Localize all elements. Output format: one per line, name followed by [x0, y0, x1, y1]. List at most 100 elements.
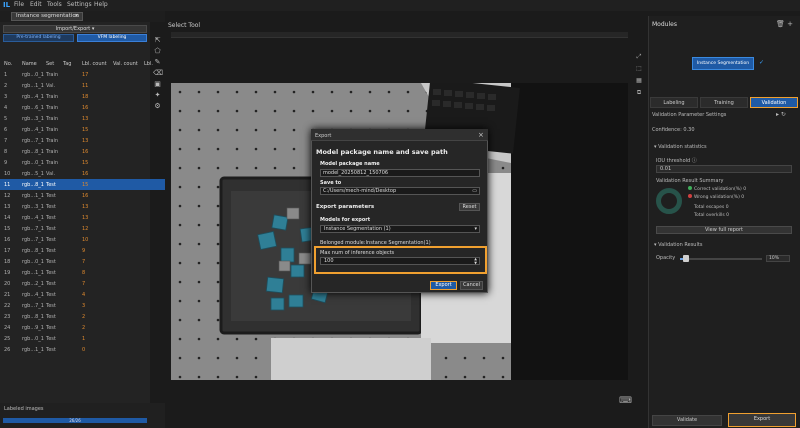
folder-icon[interactable]: ▭	[472, 188, 477, 194]
col-no[interactable]: No.	[4, 61, 12, 67]
package-name-input[interactable]: model_20250812_150706	[320, 169, 480, 177]
table-row[interactable]: 24 rgb...9_1 Test 2	[0, 322, 165, 333]
opacity-slider-handle[interactable]	[683, 255, 689, 262]
row-no: 17	[4, 248, 11, 254]
row-set: Train	[46, 116, 58, 122]
legend-escapes-label: Total escapes	[694, 205, 725, 210]
table-row[interactable]: 20 rgb...2_1 Test 7	[0, 278, 165, 289]
crop-icon[interactable]: ⬚	[634, 65, 644, 74]
table-row[interactable]: 17 rgb...8_1 Test 9	[0, 245, 165, 256]
polygon-icon[interactable]: ⬠	[153, 47, 162, 56]
menu-file[interactable]: File	[14, 1, 24, 8]
table-row[interactable]: 2 rgb...1_1 Val. 11	[0, 80, 165, 91]
project-tab[interactable]: Instance segmentation ×	[11, 12, 83, 21]
col-lbl-count[interactable]: Lbl. count	[82, 61, 107, 67]
table-row[interactable]: 9 rgb...0_1 Train 15	[0, 157, 165, 168]
row-lbl-count: 13	[82, 215, 89, 221]
table-row[interactable]: 4 rgb...6_1 Train 16	[0, 102, 165, 113]
dialog-heading: Model package name and save path	[316, 148, 448, 156]
row-set: Train	[46, 105, 58, 111]
row-set: Test	[46, 259, 56, 265]
menu-edit[interactable]: Edit	[30, 1, 42, 8]
validation-statistics-header[interactable]: ▾ Validation statistics	[654, 144, 707, 150]
legend-escapes: Total escapes 0	[694, 205, 729, 210]
save-to-label: Save to	[320, 180, 342, 186]
legend-wrong: Wrong validation(%) 0	[688, 194, 744, 200]
fit-icon[interactable]: ⤢	[634, 53, 644, 62]
table-row[interactable]: 1 rgb...0_1 Train 17	[0, 69, 165, 80]
table-row[interactable]: 5 rgb...3_1 Train 13	[0, 113, 165, 124]
col-name[interactable]: Name	[22, 61, 37, 67]
row-name: rgb...8_1	[22, 149, 44, 155]
row-name: rgb...9_1	[22, 325, 44, 331]
spinner-icon[interactable]: ▲ ▼	[474, 257, 477, 265]
table-row[interactable]: 16 rgb...7_1 Test 10	[0, 234, 165, 245]
row-lbl-count: 13	[82, 138, 89, 144]
menu-settings[interactable]: Settings	[67, 1, 92, 8]
table-row[interactable]: 15 rgb...7_1 Test 12	[0, 223, 165, 234]
opacity-value-input[interactable]: 10%	[766, 255, 790, 262]
row-name: rgb...0_1	[22, 160, 44, 166]
max-inference-objects-input[interactable]: 100 ▲ ▼	[320, 257, 480, 265]
table-row[interactable]: 13 rgb...3_1 Test 13	[0, 201, 165, 212]
vfm-labeling-button[interactable]: VFM labeling	[77, 34, 147, 42]
tab-labeling[interactable]: Labeling	[650, 97, 698, 108]
table-row[interactable]: 23 rgb...8_1 Test 2	[0, 311, 165, 322]
pretrained-labeling-button[interactable]: Pre-trained labeling	[3, 34, 74, 42]
menu-help[interactable]: Help	[94, 1, 108, 8]
select-icon[interactable]: ⇱	[153, 36, 162, 45]
row-no: 14	[4, 215, 11, 221]
models-selected-value: Instance Segmentation (1)	[324, 226, 391, 232]
row-name: rgb...0_1	[22, 336, 44, 342]
table-row[interactable]: 10 rgb...5_1 Val. 16	[0, 168, 165, 179]
module-actions-icon[interactable]: 🗑 +	[776, 20, 793, 28]
table-row[interactable]: 8 rgb...8_1 Train 16	[0, 146, 165, 157]
opacity-slider[interactable]	[680, 258, 762, 260]
row-set: Test	[46, 193, 56, 199]
row-set: Test	[46, 303, 56, 309]
tab-validation[interactable]: Validation	[750, 97, 798, 108]
row-no: 3	[4, 94, 8, 100]
import-export-button[interactable]: Import/Export ▾	[3, 25, 147, 33]
table-row[interactable]: 6 rgb...4_1 Train 15	[0, 124, 165, 135]
export-button[interactable]: Export	[728, 413, 796, 427]
table-row[interactable]: 19 rgb...1_1 Test 8	[0, 267, 165, 278]
table-row[interactable]: 21 rgb...4_1 Test 4	[0, 289, 165, 300]
validate-button[interactable]: Validate	[652, 415, 722, 426]
row-lbl-count: 12	[82, 226, 89, 232]
table-row[interactable]: 14 rgb...4_1 Test 13	[0, 212, 165, 223]
view-full-report-button[interactable]: View full report	[656, 226, 792, 234]
table-row[interactable]: 26 rgb...1_1 Test 0	[0, 344, 165, 355]
menu-tools[interactable]: Tools	[47, 1, 62, 8]
table-row[interactable]: 3 rgb...4_1 Train 18	[0, 91, 165, 102]
col-lbl[interactable]: Lbl.	[144, 61, 153, 67]
close-icon[interactable]: ×	[74, 13, 79, 20]
col-set[interactable]: Set	[46, 61, 54, 67]
refresh-icon[interactable]: ▸ ↻	[776, 111, 786, 118]
tab-training[interactable]: Training	[700, 97, 748, 108]
close-icon[interactable]: ×	[478, 131, 484, 139]
validation-results-header[interactable]: ▾ Validation Results	[654, 242, 702, 248]
iou-threshold-input[interactable]: 0.01	[656, 165, 792, 173]
save-to-input[interactable]: C:/Users/mech-mind/Desktop ▭	[320, 187, 480, 195]
keyboard-icon[interactable]: ⌨	[619, 396, 632, 406]
reset-button[interactable]: Reset	[459, 203, 480, 211]
col-tag[interactable]: Tag	[63, 61, 71, 67]
col-val-count[interactable]: Val. count	[113, 61, 138, 67]
table-row[interactable]: 7 rgb...7_1 Train 13	[0, 135, 165, 146]
module-node[interactable]: Instance Segmentation	[692, 57, 754, 70]
table-row[interactable]: 25 rgb...0_1 Test 1	[0, 333, 165, 344]
grid-icon[interactable]: ▦	[634, 77, 644, 86]
dialog-export-button[interactable]: Export	[430, 281, 457, 290]
table-row[interactable]: 11 rgb...8_1 Test 15	[0, 179, 165, 190]
layers-icon[interactable]: ⧉	[634, 89, 644, 98]
row-set: Train	[46, 94, 58, 100]
row-set: Test	[46, 347, 56, 353]
dialog-cancel-button[interactable]: Cancel	[460, 281, 483, 290]
table-row[interactable]: 12 rgb...1_1 Test 16	[0, 190, 165, 201]
row-lbl-count: 15	[82, 160, 89, 166]
row-name: rgb...8_1	[22, 314, 44, 320]
models-for-export-select[interactable]: Instance Segmentation (1) ▾	[320, 225, 480, 233]
table-row[interactable]: 18 rgb...0_1 Test 7	[0, 256, 165, 267]
table-row[interactable]: 22 rgb...7_1 Test 3	[0, 300, 165, 311]
